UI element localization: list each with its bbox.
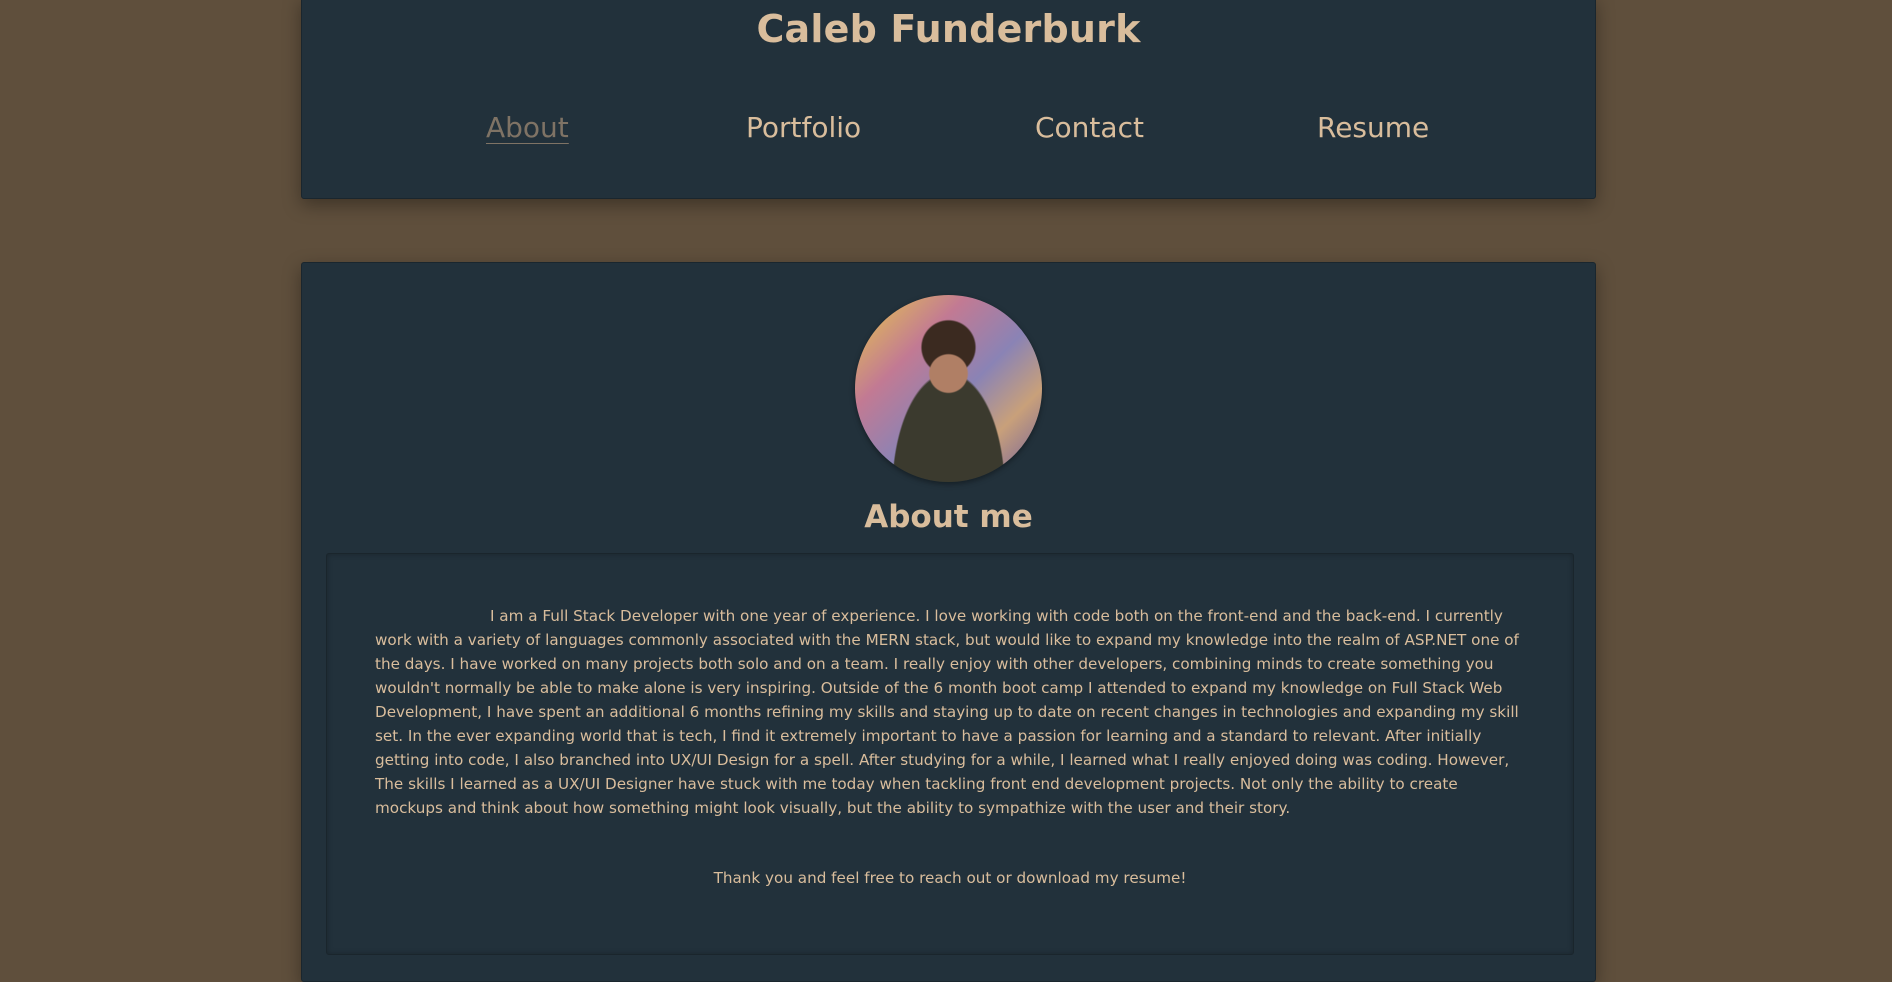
about-card: About me I am a Full Stack Developer wit…	[301, 262, 1596, 982]
main-nav: About Portfolio Contact Resume	[302, 110, 1595, 150]
nav-link-portfolio[interactable]: Portfolio	[746, 110, 861, 146]
nav-link-contact[interactable]: Contact	[1035, 110, 1144, 146]
nav-link-about[interactable]: About	[486, 110, 569, 146]
profile-photo	[855, 295, 1042, 482]
closing-text: Thank you and feel free to reach out or …	[713, 869, 1187, 887]
bio-paragraph: I am a Full Stack Developer with one yea…	[375, 607, 1519, 817]
header-card: Caleb Funderburk About Portfolio Contact…	[301, 0, 1596, 199]
nav-link-resume[interactable]: Resume	[1317, 110, 1429, 146]
site-title: Caleb Funderburk	[756, 7, 1141, 51]
about-heading: About me	[864, 499, 1033, 535]
about-text-box: I am a Full Stack Developer with one yea…	[326, 553, 1574, 955]
